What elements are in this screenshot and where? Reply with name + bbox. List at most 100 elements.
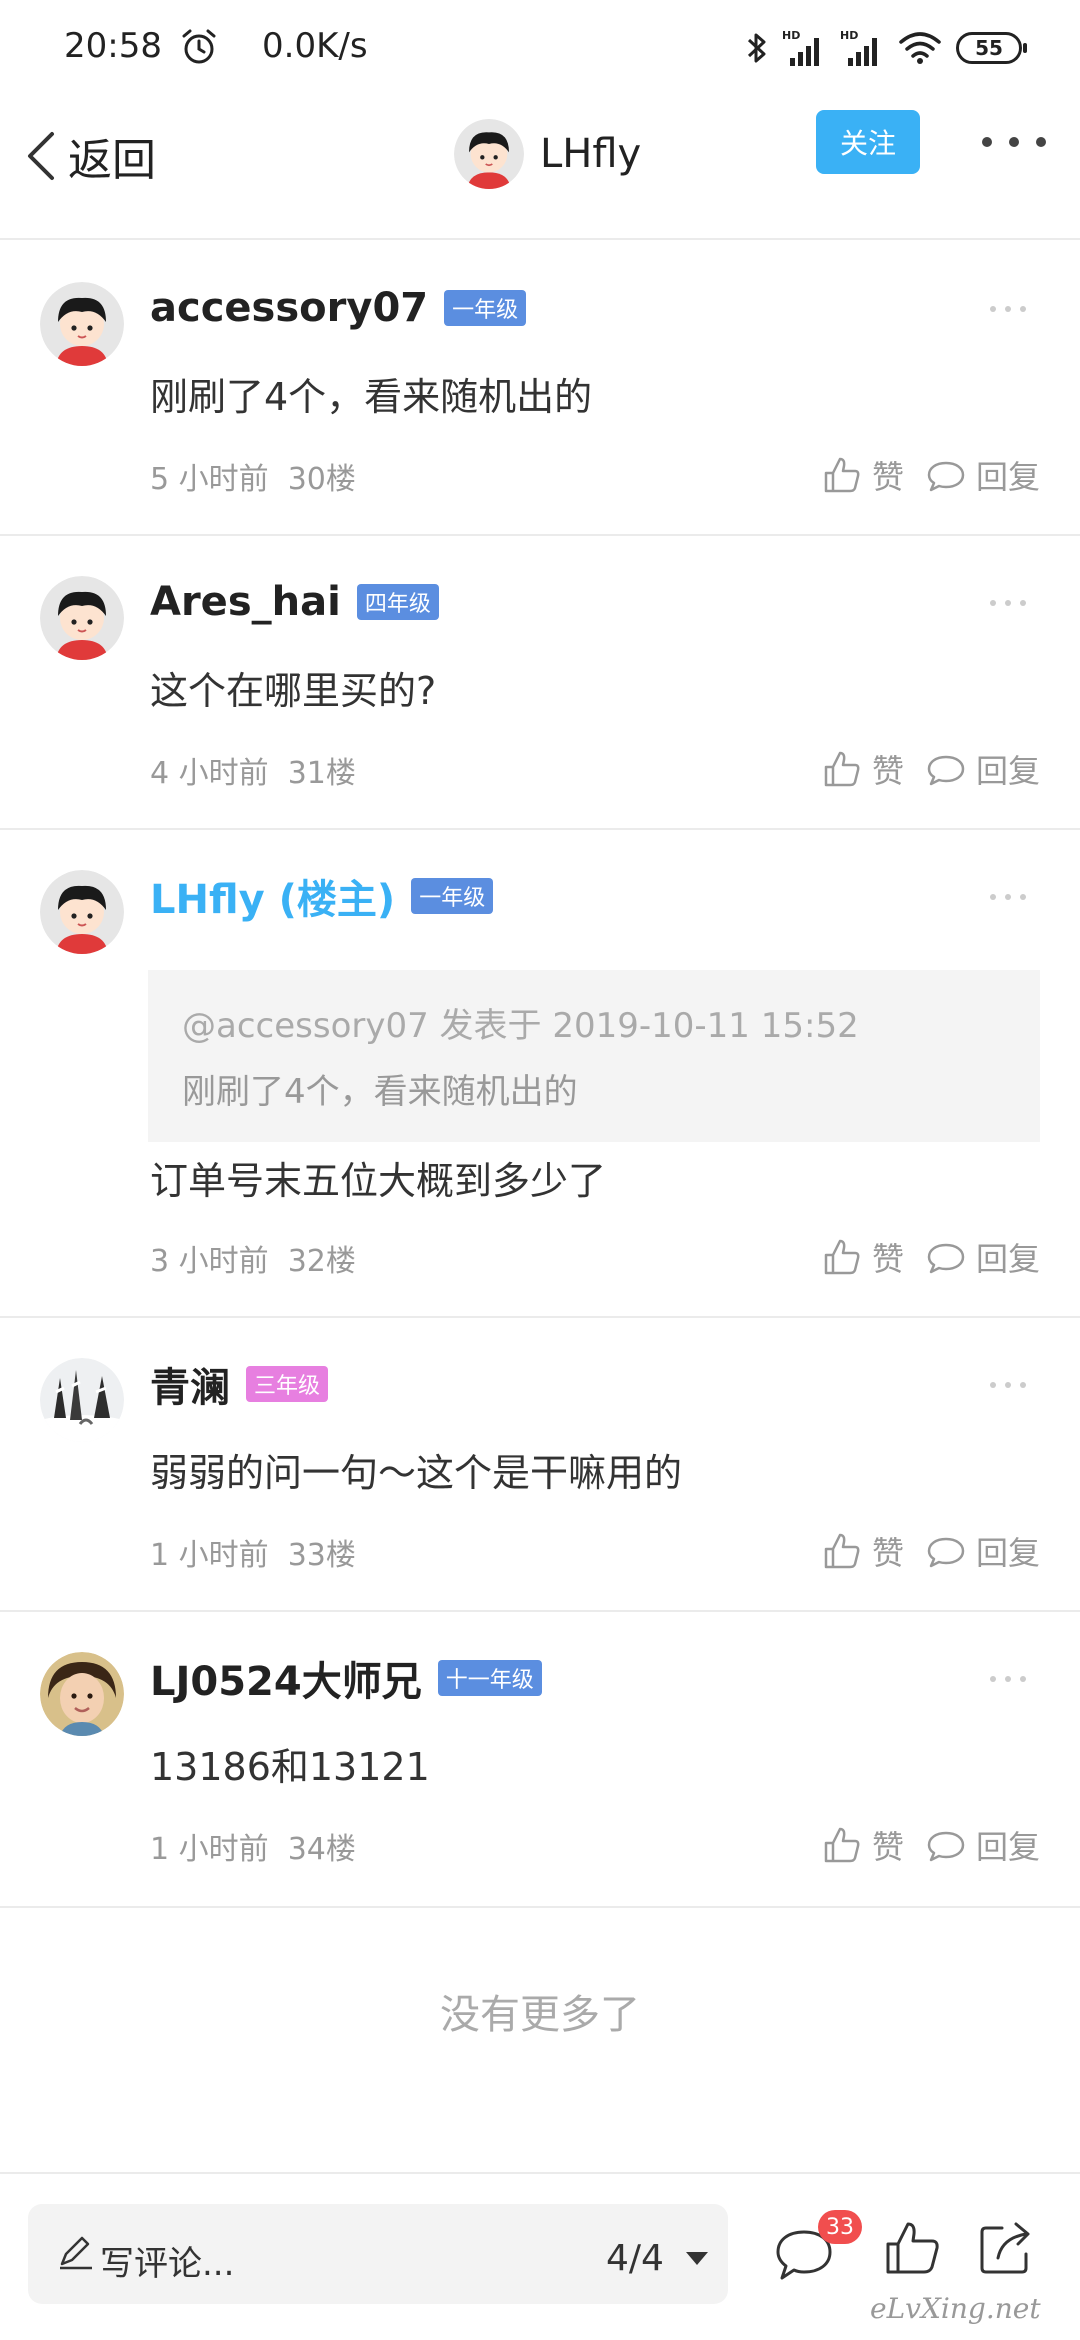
reply-label: 回复 — [975, 1534, 1040, 1572]
avatar[interactable] — [40, 870, 124, 954]
default-avatar-icon — [40, 282, 124, 366]
reply-label: 回复 — [975, 458, 1040, 496]
comment-actions: 赞 回复 — [822, 1232, 1040, 1282]
thumbs-up-icon — [824, 1827, 860, 1863]
comment-user-line: 青澜 三年级 — [150, 1354, 329, 1414]
comment-username[interactable]: 青澜 — [150, 1355, 230, 1413]
chat-bubble-icon — [927, 755, 965, 786]
reply-button[interactable]: 回复 — [926, 746, 1040, 792]
like-button[interactable]: 赞 — [822, 452, 904, 498]
user-photo-avatar-icon — [40, 1652, 124, 1736]
avatar[interactable] — [40, 282, 124, 366]
avatar[interactable] — [40, 1358, 124, 1442]
signal-hd-1-icon: HD — [782, 29, 819, 66]
comment-text: 13186和13121 — [150, 1745, 430, 1789]
more-dot-icon — [990, 1382, 996, 1388]
comment-item: LHfly (楼主) 一年级 @accessory07 发表于 2019-10-… — [0, 830, 1080, 1318]
more-dot-icon — [1020, 600, 1026, 606]
level-badge: 十一年级 — [437, 1660, 542, 1696]
comment-more-button[interactable] — [990, 894, 1026, 902]
comment-list: accessory07 一年级 刚刷了4个，看来随机出的 5 小时前 30楼 赞… — [0, 242, 1080, 1908]
more-dot-icon — [990, 1676, 996, 1682]
comment-item: Ares_hai 四年级 这个在哪里买的? 4 小时前 31楼 赞 回复 — [0, 536, 1080, 830]
comment-more-button[interactable] — [990, 306, 1026, 314]
reply-button[interactable]: 回复 — [926, 1822, 1040, 1868]
comment-time: 4 小时前 — [150, 756, 269, 791]
chat-bubble-icon — [927, 1243, 965, 1274]
comment-time: 1 小时前 — [150, 1538, 269, 1573]
comment-username[interactable]: LJ0524大师兄 — [150, 1649, 422, 1707]
more-dot-icon — [1020, 894, 1026, 900]
follow-button[interactable]: 关注 — [816, 110, 920, 174]
svg-text:HD: HD — [840, 29, 858, 42]
reply-label: 回复 — [975, 1828, 1040, 1866]
nav-username[interactable]: LHfly — [540, 131, 641, 177]
share-icon[interactable] — [976, 2218, 1036, 2278]
comment-meta: 4 小时前 31楼 — [150, 748, 356, 792]
level-badge: 一年级 — [444, 290, 527, 326]
comment-username[interactable]: accessory07 — [150, 285, 428, 331]
wifi-icon — [899, 32, 941, 64]
thumbs-up-button[interactable] — [882, 2218, 942, 2278]
comment-actions: 赞 回复 — [822, 450, 1040, 500]
more-dot-icon — [1020, 306, 1026, 312]
like-button[interactable]: 赞 — [822, 1234, 904, 1280]
comment-username[interactable]: Ares_hai — [150, 579, 341, 625]
reply-button[interactable]: 回复 — [926, 1234, 1040, 1280]
default-avatar-icon — [40, 870, 124, 954]
level-badge: 四年级 — [356, 584, 439, 620]
comment-input[interactable]: 写评论... 4/4 — [28, 2204, 728, 2304]
reply-button[interactable]: 回复 — [926, 1528, 1040, 1574]
like-button[interactable]: 赞 — [822, 1528, 904, 1574]
nav-bar: 返回 LHfly 关注 — [0, 96, 1080, 240]
like-button[interactable]: 赞 — [822, 746, 904, 792]
thumbs-up-icon — [824, 1533, 860, 1569]
comment-time: 5 小时前 — [150, 462, 269, 497]
comment-more-button[interactable] — [990, 1676, 1026, 1684]
comment-floor: 34楼 — [287, 1832, 356, 1867]
comment-more-button[interactable] — [990, 1382, 1026, 1390]
more-dot-icon — [1005, 1676, 1011, 1682]
comment-actions: 赞 回复 — [822, 1526, 1040, 1576]
caret-down-icon[interactable] — [686, 2252, 708, 2265]
comment-floor: 33楼 — [287, 1538, 356, 1573]
avatar[interactable] — [40, 576, 124, 660]
watermark: eLvXing.net — [870, 2292, 1041, 2325]
chat-bubble-icon — [927, 1537, 965, 1568]
battery-indicator: 55 — [956, 32, 1027, 64]
comment-text: 刚刷了4个，看来随机出的 — [150, 375, 593, 419]
default-avatar-icon — [454, 119, 524, 189]
comment-floor: 32楼 — [287, 1244, 356, 1279]
avatar[interactable] — [40, 1652, 124, 1736]
like-label: 赞 — [871, 1828, 904, 1866]
reply-button[interactable]: 回复 — [926, 452, 1040, 498]
status-bar: 20:58 0.0K/s HD HD 55 — [0, 0, 1080, 96]
like-label: 赞 — [871, 1240, 904, 1278]
more-dot-icon — [1036, 137, 1046, 147]
more-options-button[interactable] — [982, 120, 1046, 164]
comment-floor: 30楼 — [287, 462, 356, 497]
level-badge: 一年级 — [411, 878, 494, 914]
quote-box[interactable]: @accessory07 发表于 2019-10-11 15:52 刚刷了4个，… — [148, 970, 1040, 1142]
comment-user-line: Ares_hai 四年级 — [150, 572, 439, 632]
comment-meta: 5 小时前 30楼 — [150, 454, 356, 498]
thumbs-up-icon — [824, 457, 860, 493]
more-dot-icon — [1009, 137, 1019, 147]
svg-text:HD: HD — [782, 29, 800, 42]
snowy-forest-avatar-icon — [40, 1358, 124, 1442]
comment-more-button[interactable] — [990, 600, 1026, 608]
comment-username-op[interactable]: LHfly (楼主) — [150, 867, 395, 925]
more-dot-icon — [990, 306, 996, 312]
avatar[interactable] — [454, 119, 524, 189]
comment-text: 这个在哪里买的? — [150, 669, 437, 713]
battery-level: 55 — [975, 36, 1003, 60]
like-button[interactable]: 赞 — [822, 1822, 904, 1868]
thumbs-up-icon — [824, 751, 860, 787]
chat-bubble-icon — [927, 1831, 965, 1862]
nav-user[interactable]: LHfly — [454, 104, 641, 204]
comment-user-line: accessory07 一年级 — [150, 278, 527, 338]
back-button[interactable]: 返回 — [20, 116, 156, 196]
page-selector[interactable]: 4/4 — [606, 2238, 664, 2279]
signal-hd-2-icon: HD — [840, 29, 877, 66]
reply-label: 回复 — [975, 752, 1040, 790]
